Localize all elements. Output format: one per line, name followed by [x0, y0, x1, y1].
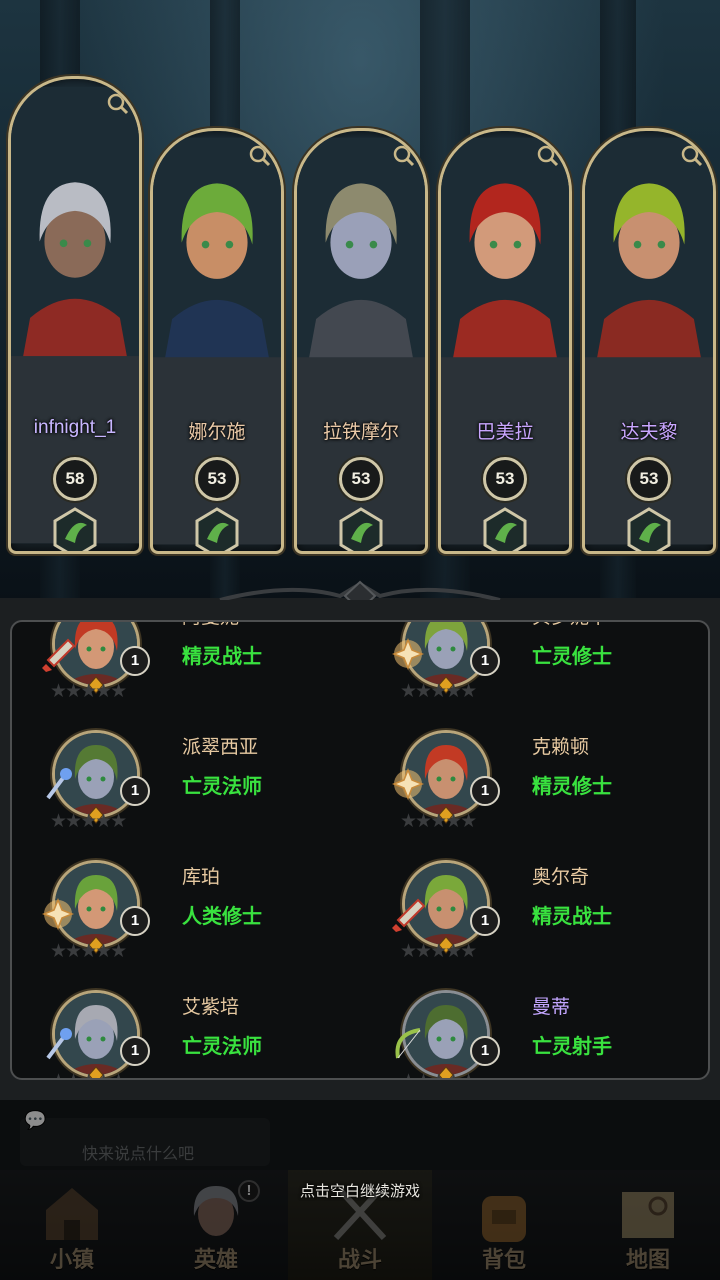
roster-hero-name: 贝罗妮卡: [532, 622, 608, 629]
star-rating-icon: ★★★★★: [400, 681, 477, 702]
roster-hero-class: 精灵修士: [532, 776, 612, 798]
hero-level-badge: 1: [120, 646, 150, 676]
zoom-icon[interactable]: [107, 93, 129, 115]
zoom-icon[interactable]: [537, 145, 559, 167]
elf-ranger-emblem-icon: [53, 507, 97, 551]
star-rating-icon: ★★★★★: [400, 811, 477, 832]
roster-hero-class: 人类修士: [182, 906, 262, 928]
continue-hint[interactable]: 点击空白继续游戏: [0, 1180, 720, 1201]
hero-level-badge: 53: [627, 457, 671, 501]
roster-hero-name: 派翠西亚: [182, 737, 259, 758]
star-rating-icon: ★★★★★: [400, 1072, 477, 1079]
team-hero-card[interactable]: 娜尔施 53: [150, 128, 284, 554]
star-rating-icon: ★★★★★: [50, 681, 127, 702]
zoom-icon[interactable]: [681, 145, 703, 167]
zoom-icon[interactable]: [393, 145, 415, 167]
holy-cross-icon: [41, 897, 75, 931]
hero-name: infnight_1: [33, 417, 117, 438]
hero-level-badge: 53: [339, 457, 383, 501]
star-rating-icon: ★★★★★: [50, 1072, 127, 1079]
hero-name: 巴美拉: [476, 422, 534, 443]
chat-bar[interactable]: 💬 快来说点什么吧: [0, 1100, 720, 1170]
roster-hero-item[interactable]: 1 ★★★★★ 阿曼妮 精灵战士: [42, 622, 382, 720]
sword-icon: [42, 638, 76, 672]
roster-hero-item[interactable]: 1 ★★★★★ 克赖顿 精灵修士: [391, 730, 708, 850]
roster-hero-name: 奥尔奇: [532, 867, 590, 888]
staff-icon: [46, 1028, 72, 1060]
nav-tab-label: 英雄: [193, 1247, 238, 1272]
hero-level-badge: 1: [120, 776, 150, 806]
roster-hero-name: 艾紫培: [182, 997, 240, 1018]
hero-name: 拉铁摩尔: [322, 422, 399, 443]
roster-hero-class: 亡灵法师: [182, 1036, 262, 1058]
team-hero-card[interactable]: 拉铁摩尔 53: [294, 128, 428, 554]
nav-tab-label: 战斗: [337, 1247, 382, 1272]
nav-tab-label: 地图: [625, 1247, 670, 1272]
roster-hero-item[interactable]: 1 ★★★★★ 艾紫培 亡灵法师: [46, 990, 382, 1079]
roster-hero-class: 精灵战士: [182, 646, 262, 668]
roster-hero-item[interactable]: 1 ★★★★★ 曼蒂 亡灵射手: [395, 990, 708, 1079]
hero-level-badge: 1: [470, 776, 500, 806]
team-hero-card[interactable]: 巴美拉 53: [438, 128, 572, 554]
hero-roster-list[interactable]: 1 ★★★★★ 阿曼妮 精灵战士 1 ★★★★★ 贝罗妮卡 亡灵修士: [10, 620, 710, 1080]
roster-hero-item[interactable]: 1 ★★★★★ 派翠西亚 亡灵法师: [46, 730, 382, 850]
roster-hero-class: 亡灵射手: [532, 1036, 612, 1058]
chat-bubble-icon: 💬: [24, 1110, 47, 1130]
roster-hero-item[interactable]: 1 ★★★★★ 贝罗妮卡 亡灵修士: [391, 622, 708, 720]
team-hero-card[interactable]: 达夫黎 53: [582, 128, 716, 554]
hero-level-badge: 53: [483, 457, 527, 501]
zoom-icon[interactable]: [249, 145, 271, 167]
hero-level-badge: 1: [120, 1036, 150, 1066]
roster-hero-name: 曼蒂: [532, 997, 571, 1018]
elf-ranger-emblem-icon: [627, 507, 671, 551]
star-rating-icon: ★★★★★: [400, 941, 477, 962]
hero-name: 达夫黎: [620, 422, 678, 443]
bow-icon: [395, 1028, 421, 1059]
nav-tab-label: 背包: [481, 1247, 526, 1272]
star-rating-icon: ★★★★★: [50, 941, 127, 962]
roster-hero-name: 克赖顿: [532, 737, 590, 758]
hero-level-badge: 1: [470, 646, 500, 676]
priest-sun-emblem-icon: [195, 507, 239, 551]
roster-hero-item[interactable]: 1 ★★★★★ 库珀 人类修士: [41, 860, 382, 980]
hero-level-badge: 1: [120, 906, 150, 936]
hero-level-badge: 53: [195, 457, 239, 501]
roster-hero-class: 亡灵修士: [532, 646, 612, 668]
team-hero-card[interactable]: infnight_1 58: [8, 76, 142, 554]
staff-icon: [46, 768, 72, 800]
holy-cross-icon: [391, 637, 425, 671]
roster-hero-class: 亡灵法师: [182, 776, 262, 798]
roster-hero-name: 库珀: [182, 867, 221, 888]
elf-ranger-emblem-icon: [483, 507, 527, 551]
roster-hero-item[interactable]: 1 ★★★★★ 奥尔奇 精灵战士: [392, 860, 708, 980]
roster-hero-class: 精灵战士: [532, 906, 612, 928]
sword-icon: [392, 898, 426, 932]
hero-level-badge: 1: [470, 1036, 500, 1066]
hero-level-badge: 1: [470, 906, 500, 936]
holy-cross-icon: [391, 767, 425, 801]
nav-tab-label: 小镇: [49, 1247, 94, 1272]
chat-placeholder: 快来说点什么吧: [82, 1146, 195, 1163]
hero-name: 娜尔施: [188, 422, 246, 443]
star-rating-icon: ★★★★★: [50, 811, 127, 832]
shield-emblem-icon: [339, 507, 383, 551]
roster-hero-name: 阿曼妮: [182, 622, 239, 629]
hero-level-badge: 58: [53, 457, 97, 501]
